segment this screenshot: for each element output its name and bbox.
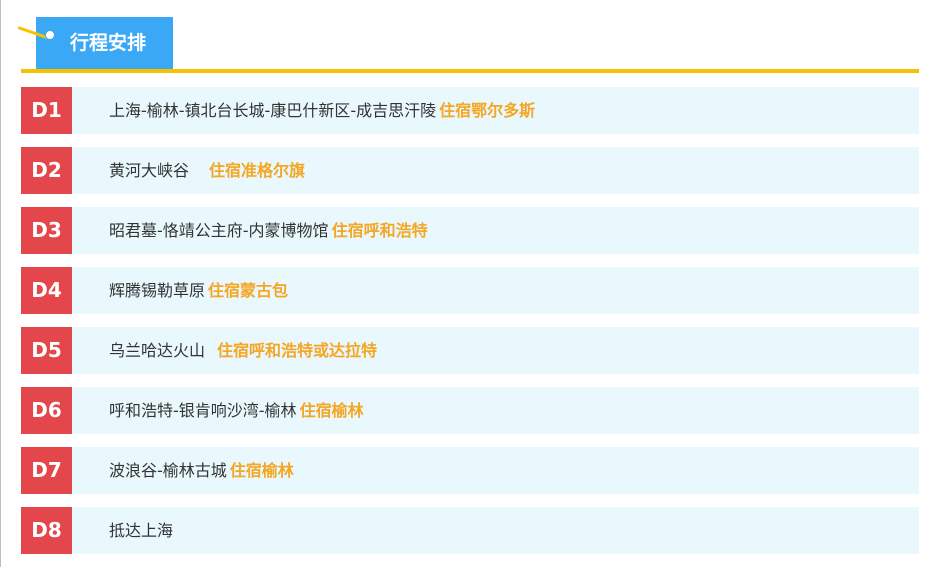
- day-content: 辉腾锡勒草原 住宿蒙古包: [109, 267, 288, 314]
- section-header: 行程安排: [0, 0, 927, 74]
- day-lodging: 住宿呼和浩特或达拉特: [217, 341, 378, 360]
- day-content: 乌兰哈达火山 住宿呼和浩特或达拉特: [109, 327, 377, 374]
- day-badge: D2: [21, 147, 72, 194]
- day-lodging: 住宿榆林: [229, 461, 294, 480]
- itinerary-day-2: D2 黄河大峡谷 住宿准格尔旗: [21, 147, 919, 194]
- day-content: 抵达上海: [109, 507, 173, 554]
- day-badge: D8: [21, 507, 72, 554]
- itinerary-day-5: D5 乌兰哈达火山 住宿呼和浩特或达拉特: [21, 327, 919, 374]
- day-route: 上海-榆林-镇北台长城-康巴什新区-成吉思汗陵: [109, 101, 437, 120]
- section-title: 行程安排: [70, 32, 147, 54]
- day-route: 抵达上海: [109, 521, 174, 540]
- day-lodging: 住宿准格尔旗: [209, 161, 306, 180]
- day-route: 昭君墓-恪靖公主府-内蒙博物馆: [109, 221, 329, 240]
- header-divider: [21, 69, 919, 73]
- itinerary-day-6: D6 呼和浩特-银肯响沙湾-榆林 住宿榆林: [21, 387, 919, 434]
- day-content: 波浪谷-榆林古城 住宿榆林: [109, 447, 294, 494]
- day-badge: D5: [21, 327, 72, 374]
- day-badge: D6: [21, 387, 72, 434]
- day-content: 上海-榆林-镇北台长城-康巴什新区-成吉思汗陵 住宿鄂尔多斯: [109, 87, 535, 134]
- day-badge: D3: [21, 207, 72, 254]
- day-route: 乌兰哈达火山: [109, 341, 206, 360]
- day-content: 呼和浩特-银肯响沙湾-榆林 住宿榆林: [109, 387, 364, 434]
- day-lodging: 住宿鄂尔多斯: [439, 101, 536, 120]
- day-lodging: 住宿呼和浩特: [331, 221, 428, 240]
- day-route: 呼和浩特-银肯响沙湾-榆林: [109, 401, 297, 420]
- itinerary-day-8: D8 抵达上海: [21, 507, 919, 554]
- pin-head-icon: [45, 30, 55, 40]
- day-badge: D1: [21, 87, 72, 134]
- itinerary-day-3: D3 昭君墓-恪靖公主府-内蒙博物馆 住宿呼和浩特: [21, 207, 919, 254]
- itinerary-day-4: D4 辉腾锡勒草原 住宿蒙古包: [21, 267, 919, 314]
- day-content: 昭君墓-恪靖公主府-内蒙博物馆 住宿呼和浩特: [109, 207, 428, 254]
- day-badge: D4: [21, 267, 72, 314]
- day-lodging: 住宿蒙古包: [208, 281, 289, 300]
- day-badge: D7: [21, 447, 72, 494]
- day-route: 黄河大峡谷: [109, 161, 190, 180]
- day-route: 辉腾锡勒草原: [109, 281, 206, 300]
- day-content: 黄河大峡谷 住宿准格尔旗: [109, 147, 305, 194]
- itinerary-list: D1 上海-榆林-镇北台长城-康巴什新区-成吉思汗陵 住宿鄂尔多斯 D2 黄河大峡…: [21, 87, 919, 567]
- section-title-tab: 行程安排: [36, 17, 173, 69]
- itinerary-day-1: D1 上海-榆林-镇北台长城-康巴什新区-成吉思汗陵 住宿鄂尔多斯: [21, 87, 919, 134]
- itinerary-day-7: D7 波浪谷-榆林古城 住宿榆林: [21, 447, 919, 494]
- page-left-border: [0, 0, 1, 567]
- day-lodging: 住宿榆林: [299, 401, 364, 420]
- day-route: 波浪谷-榆林古城: [109, 461, 227, 480]
